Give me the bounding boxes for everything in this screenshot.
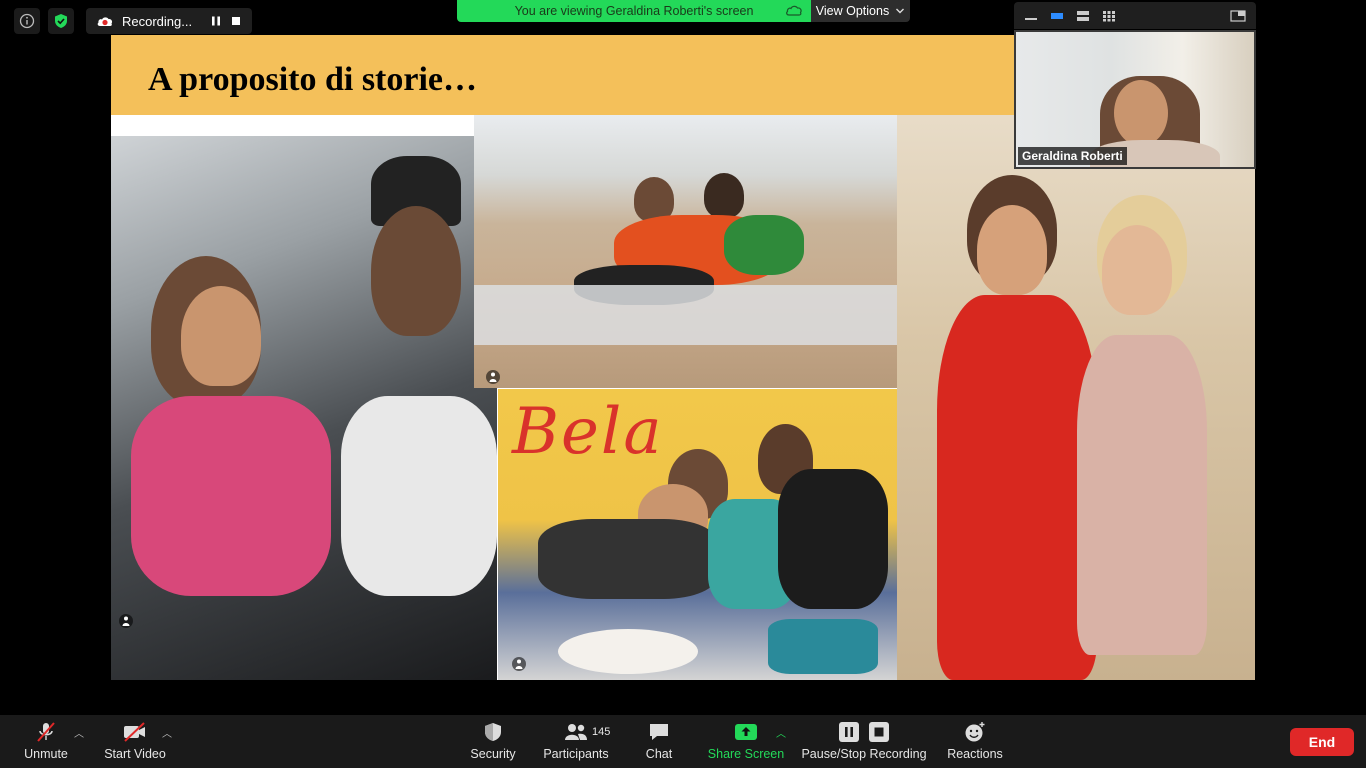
chat-button[interactable]: Chat — [640, 715, 678, 768]
emoji-add-icon — [965, 722, 985, 742]
pause-icon — [839, 722, 859, 742]
screen-share-banner: You are viewing Geraldina Roberti's scre… — [457, 0, 910, 22]
start-video-button[interactable]: Start Video — [100, 715, 170, 768]
cloud-record-icon — [97, 17, 113, 26]
viewing-banner: You are viewing Geraldina Roberti's scre… — [457, 0, 811, 22]
gallery-view-icon[interactable] — [1102, 10, 1116, 22]
stop-recording-icon[interactable] — [230, 15, 242, 27]
start-video-label: Start Video — [104, 747, 166, 761]
pause-recording-icon[interactable] — [210, 15, 222, 27]
encryption-button[interactable] — [48, 8, 74, 34]
shield-icon — [485, 723, 501, 741]
meeting-info-button[interactable] — [14, 8, 40, 34]
chevron-down-icon — [896, 8, 905, 14]
participants-icon — [565, 724, 587, 740]
active-speaker-view-icon[interactable] — [1050, 10, 1064, 22]
view-options-button[interactable]: View Options — [811, 0, 910, 22]
video-options-caret[interactable]: ︿ — [162, 725, 172, 740]
recording-controls-icons — [838, 721, 890, 743]
chat-bubble-icon — [650, 724, 668, 740]
slide-title: A proposito di storie… — [148, 61, 478, 98]
beach-photo — [474, 115, 897, 388]
share-screen-icon — [735, 724, 757, 740]
cloud-icon — [786, 5, 802, 16]
exit-fullscreen-icon[interactable] — [1230, 9, 1246, 22]
share-options-caret[interactable]: ︿ — [776, 725, 786, 740]
participants-count: 145 — [592, 726, 611, 738]
recording-label: Recording... — [122, 13, 193, 29]
shield-check-icon — [55, 14, 67, 28]
unmute-label: Unmute — [24, 747, 68, 761]
meeting-top-controls: Recording... — [14, 8, 252, 34]
view-options-label: View Options — [815, 4, 890, 18]
security-button[interactable]: Security — [466, 715, 520, 768]
user-icon — [486, 370, 500, 384]
chat-label: Chat — [645, 747, 673, 761]
participant-video-thumbnail[interactable]: Geraldina Roberti — [1014, 30, 1256, 169]
audio-options-caret[interactable]: ︿ — [74, 725, 84, 740]
pause-stop-recording-label: Pause/Stop Recording — [801, 747, 927, 761]
recording-indicator: Recording... — [86, 8, 252, 34]
participants-label: Participants — [543, 747, 609, 761]
info-icon — [19, 13, 35, 29]
reactions-button[interactable]: Reactions — [944, 715, 1006, 768]
share-screen-button[interactable]: Share Screen — [704, 715, 788, 768]
unmute-button[interactable]: Unmute — [20, 715, 72, 768]
bela-poster-text: Bela — [512, 395, 664, 469]
video-camera-off-icon — [124, 722, 145, 742]
stop-icon — [869, 722, 889, 742]
user-icon — [512, 657, 526, 671]
participants-button[interactable]: Participants — [538, 715, 614, 768]
viewing-text: You are viewing Geraldina Roberti's scre… — [514, 4, 754, 18]
share-screen-label: Share Screen — [707, 747, 785, 761]
strip-view-icon[interactable] — [1076, 10, 1090, 22]
reactions-label: Reactions — [947, 747, 1003, 761]
mirror-photo — [897, 115, 1255, 680]
meeting-toolbar: Unmute ︿ Start Video ︿ Security Particip… — [0, 715, 1366, 768]
user-icon — [119, 614, 133, 628]
pause-stop-recording-button[interactable]: Pause/Stop Recording — [796, 715, 932, 768]
bela-photo: Bela — [498, 389, 920, 680]
end-meeting-button[interactable]: End — [1290, 728, 1354, 756]
car-photo — [111, 136, 497, 680]
participant-name: Geraldina Roberti — [1018, 147, 1127, 165]
video-panel-controls — [1014, 2, 1256, 29]
microphone-muted-icon — [37, 722, 55, 742]
security-label: Security — [470, 747, 516, 761]
minimize-icon[interactable] — [1024, 10, 1038, 22]
